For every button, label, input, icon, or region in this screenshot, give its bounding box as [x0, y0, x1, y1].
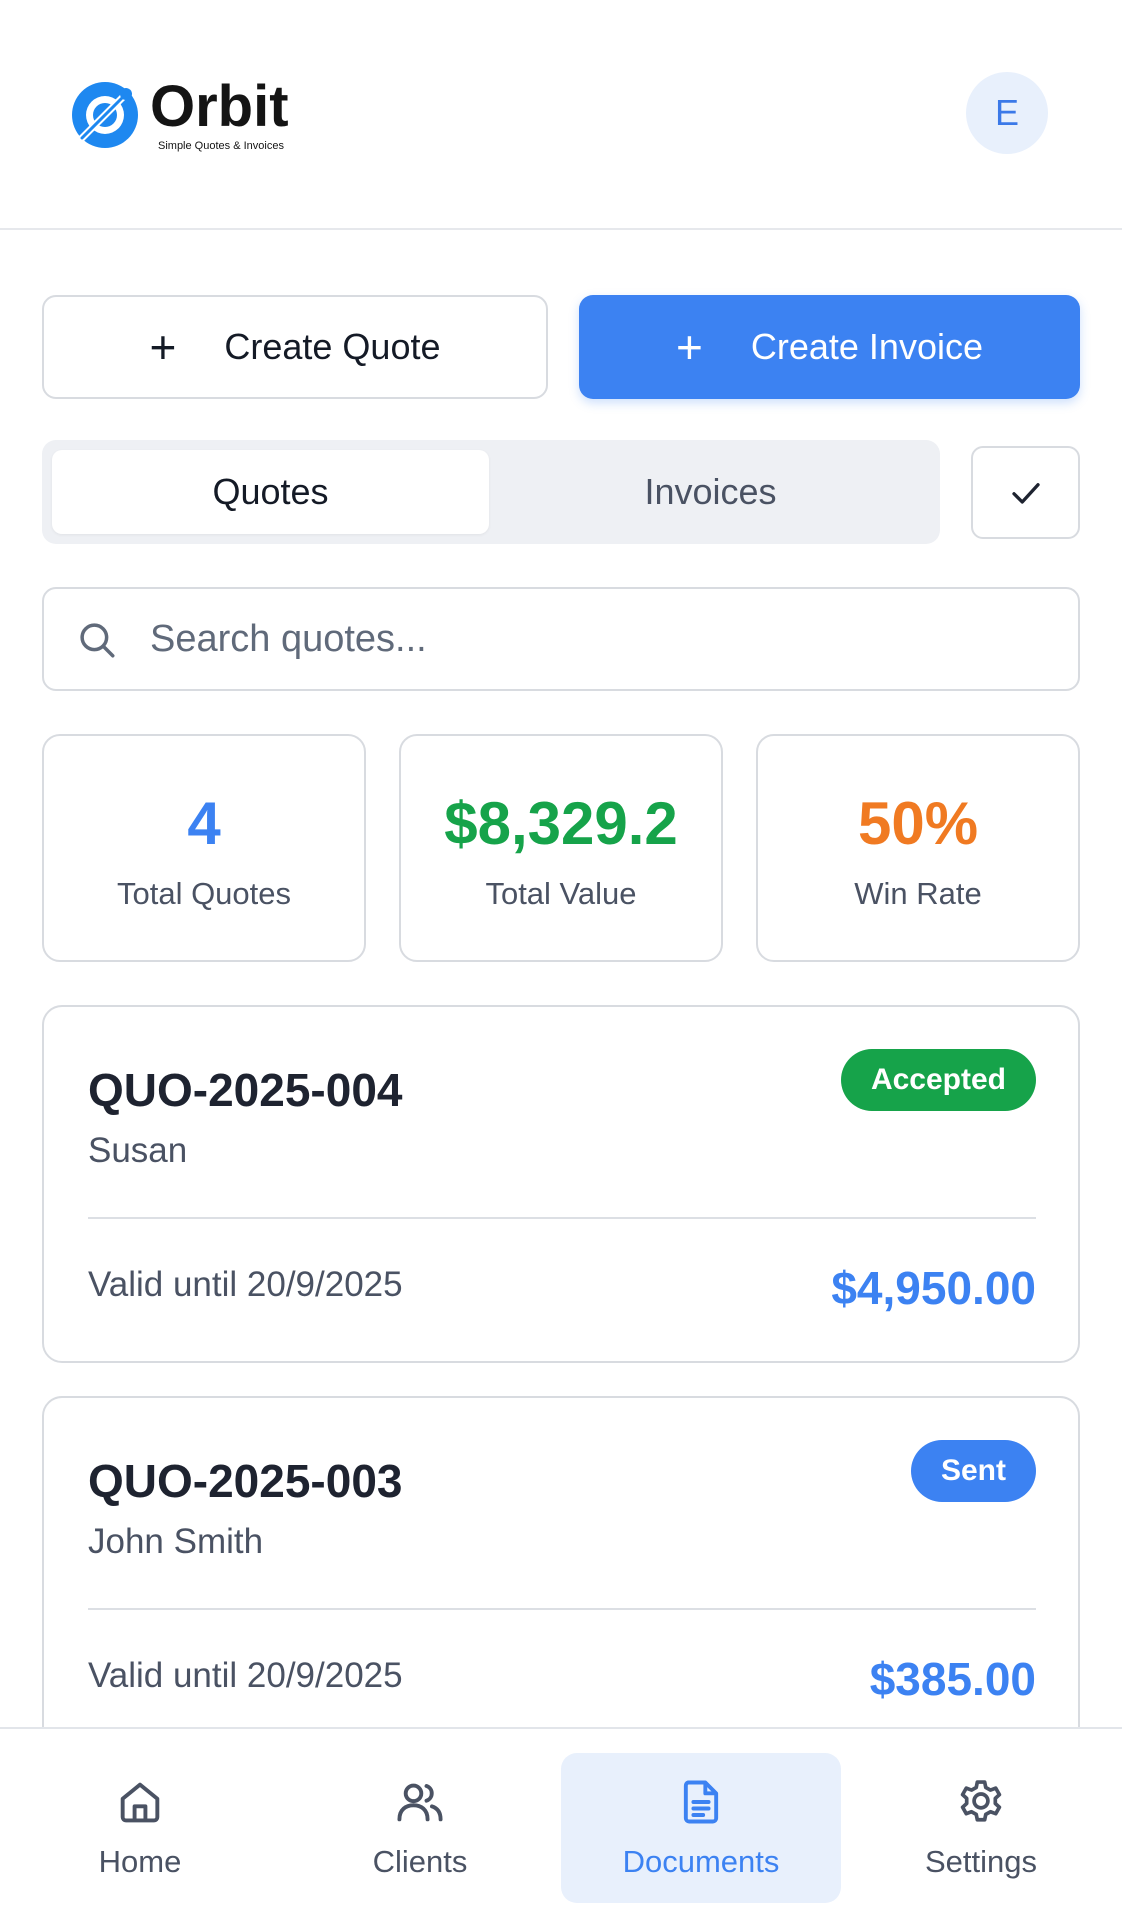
gear-icon [960, 1780, 1002, 1822]
stat-win-rate: 50% Win Rate [756, 734, 1080, 962]
plus-icon: + [149, 321, 177, 373]
user-avatar[interactable]: E [966, 72, 1048, 154]
quote-valid-until: Valid until 20/9/2025 [88, 1656, 403, 1695]
brand-tagline: Simple Quotes & Invoices [158, 140, 284, 152]
stat-label: Total Quotes [116, 876, 292, 911]
create-quote-label: Create Quote [224, 326, 441, 367]
bottom-navigation: Home Clients Documents Settings [0, 1727, 1122, 1920]
document-icon [683, 1780, 719, 1824]
quote-valid-until: Valid until 20/9/2025 [88, 1265, 403, 1304]
quote-number: QUO-2025-004 [88, 1064, 403, 1116]
brand-text: Orbit Simple Quotes & Invoices [150, 74, 289, 153]
stat-value: 50% [857, 790, 979, 857]
quote-client: John Smith [88, 1522, 264, 1561]
quote-card[interactable]: QUO-2025-004 Susan Accepted Valid until … [42, 1005, 1080, 1363]
stat-total-quotes: 4 Total Quotes [42, 734, 366, 962]
stat-value: $8,329.2 [444, 790, 678, 857]
status-badge: Sent [910, 1440, 1036, 1502]
nav-settings[interactable]: Settings [841, 1753, 1121, 1903]
orbit-logo-icon [72, 82, 138, 148]
stat-label: Win Rate [854, 876, 982, 911]
search-icon [80, 623, 115, 658]
nav-label: Home [98, 1844, 182, 1879]
app-header: Orbit Simple Quotes & Invoices E [0, 0, 1122, 230]
quote-client: Susan [88, 1131, 188, 1170]
select-mode-button[interactable] [971, 446, 1080, 539]
search-input[interactable] [150, 599, 1050, 679]
app-root: Orbit Simple Quotes & Invoices E + Creat… [0, 0, 1122, 1920]
users-icon [397, 1783, 443, 1822]
create-quote-button[interactable]: + Create Quote [42, 295, 548, 399]
card-divider [88, 1608, 1036, 1610]
document-type-tabs: Quotes Invoices [42, 440, 940, 544]
plus-icon: + [676, 321, 703, 373]
nav-documents[interactable]: Documents [561, 1753, 841, 1903]
create-invoice-label: Create Invoice [750, 326, 983, 367]
quote-number: QUO-2025-003 [88, 1455, 403, 1507]
home-icon [120, 1782, 160, 1823]
quote-amount: $4,950.00 [831, 1262, 1036, 1314]
stat-total-value: $8,329.2 Total Value [399, 734, 723, 962]
stat-label: Total Value [485, 876, 637, 911]
brand-name: Orbit [150, 74, 289, 139]
nav-label: Settings [924, 1844, 1037, 1879]
quote-card[interactable]: QUO-2025-003 John Smith Sent Valid until… [42, 1396, 1080, 1754]
create-invoice-button[interactable]: + Create Invoice [579, 295, 1080, 399]
nav-label: Documents [622, 1844, 780, 1879]
nav-home[interactable]: Home [0, 1753, 280, 1903]
card-divider [88, 1217, 1036, 1219]
check-icon [1011, 482, 1040, 504]
status-badge: Accepted [840, 1049, 1036, 1111]
quote-amount: $385.00 [869, 1653, 1036, 1705]
tab-quotes[interactable]: Quotes [52, 450, 489, 534]
stat-value: 4 [187, 790, 221, 857]
search-box [42, 587, 1080, 691]
nav-clients[interactable]: Clients [280, 1753, 560, 1903]
tab-invoices[interactable]: Invoices [492, 450, 929, 534]
brand-logo[interactable]: Orbit Simple Quotes & Invoices [66, 76, 289, 154]
nav-label: Clients [372, 1844, 468, 1879]
